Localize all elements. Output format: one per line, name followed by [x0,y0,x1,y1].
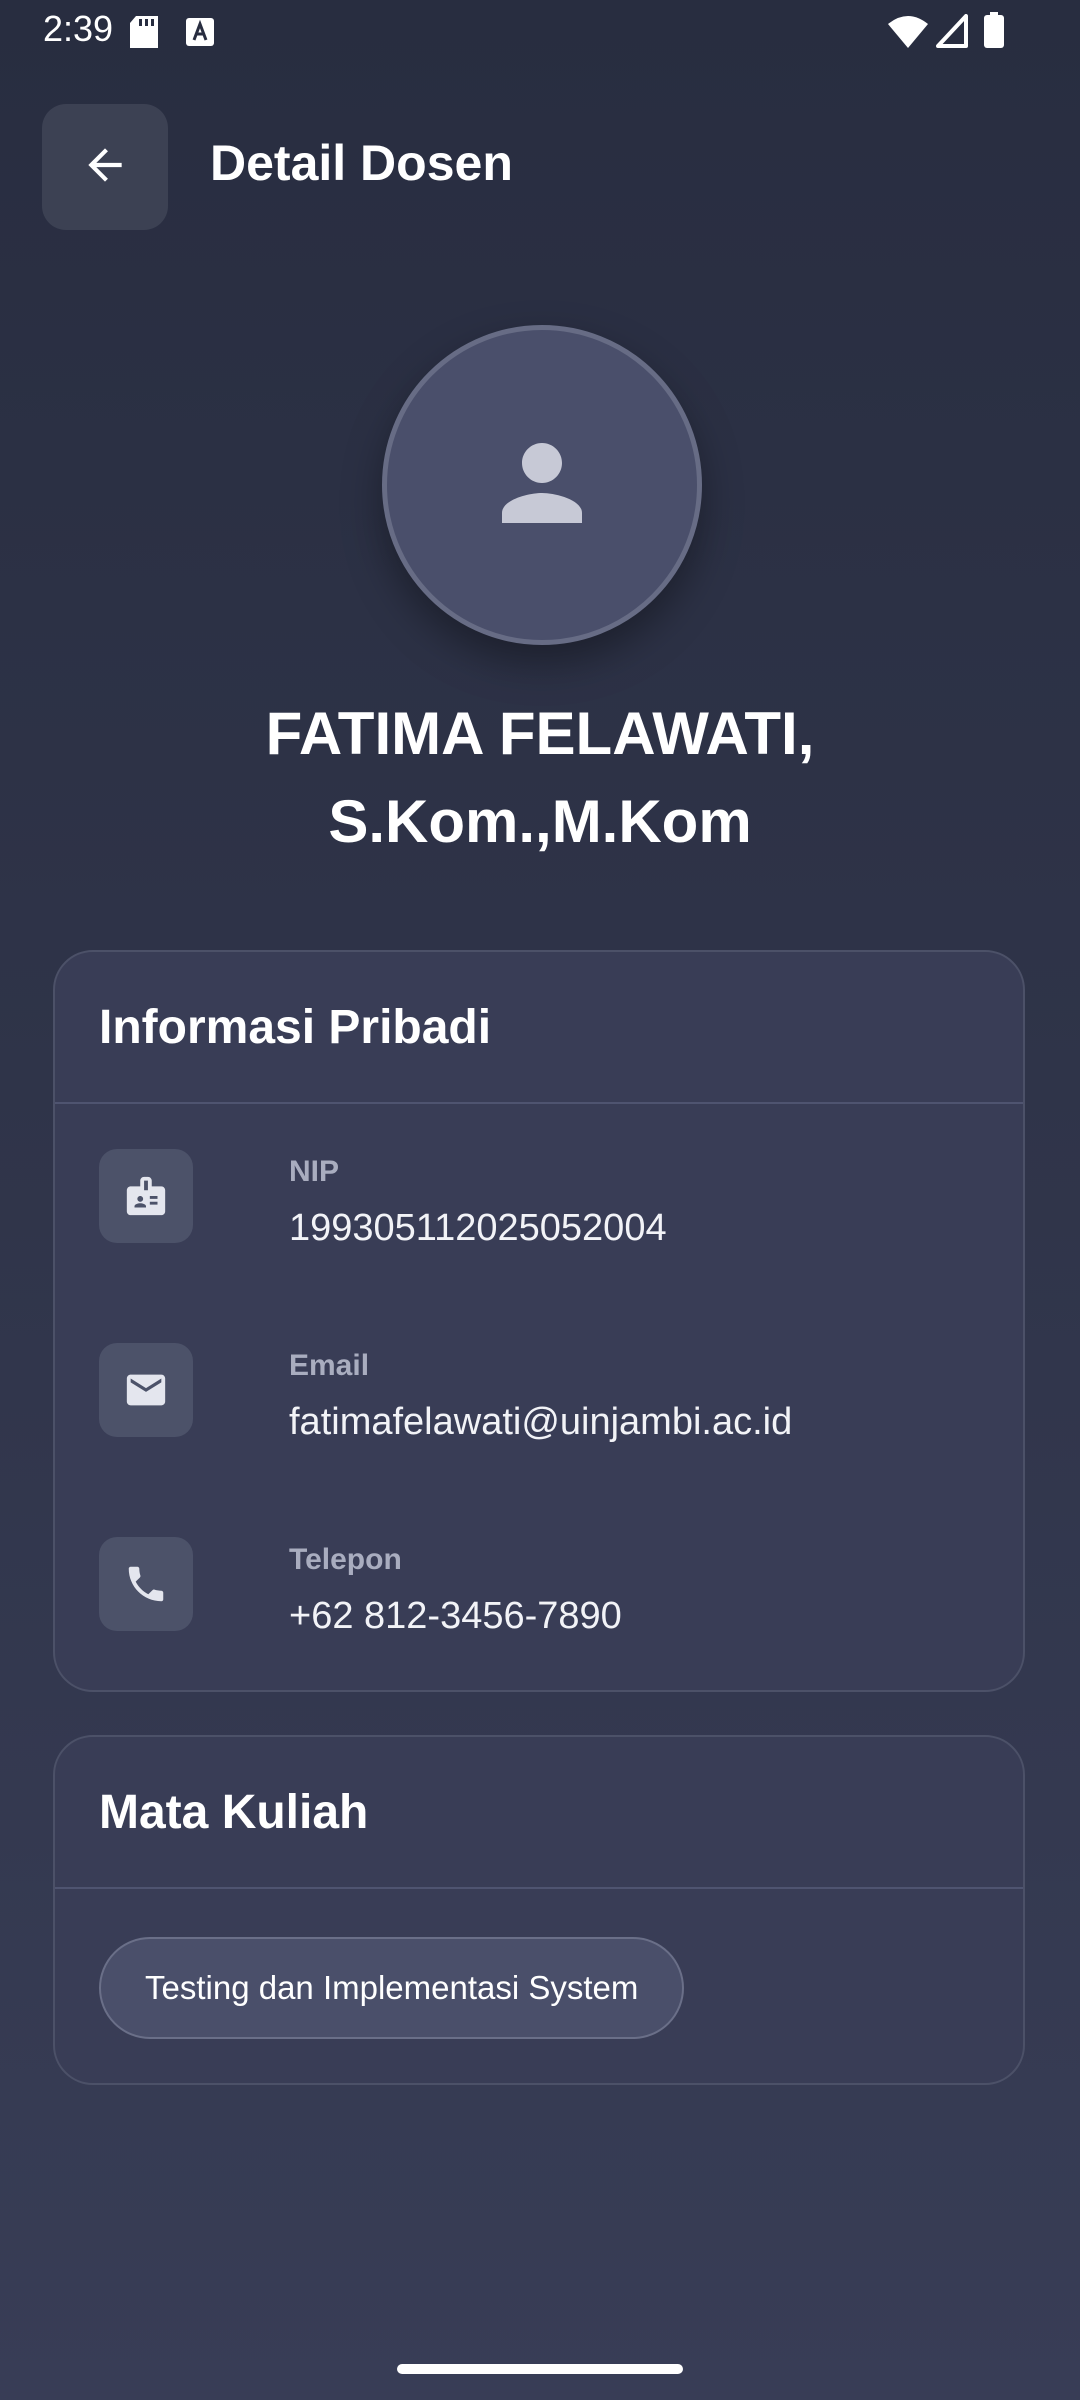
person-icon [482,423,602,548]
arrow-left-icon [80,140,130,195]
keyboard-a-icon [186,18,214,51]
lecturer-name-line1: FATIMA FELAWATI, [265,700,815,767]
id-badge-icon [99,1149,193,1243]
wifi-icon [888,14,928,53]
avatar [382,325,702,645]
nip-label: NIP [289,1155,340,1188]
personal-info-header: Informasi Pribadi [55,952,1023,1104]
courses-header: Mata Kuliah [55,1737,1023,1889]
courses-title: Mata Kuliah [99,1785,369,1839]
battery-icon [984,12,1004,53]
email-icon [99,1343,193,1437]
home-indicator[interactable] [397,2364,683,2374]
back-button[interactable] [42,104,168,230]
email-label: Email [289,1349,370,1382]
courses-card: Mata Kuliah Testing dan Implementasi Sys… [53,1735,1025,2085]
lecturer-name-line2: S.Kom.,M.Kom [328,788,752,855]
email-value[interactable]: fatimafelawati@uinjambi.ac.id [289,1401,792,1444]
status-time: 2:39 [43,8,114,49]
signal-icon [936,14,968,53]
page-title: Detail Dosen [210,135,513,191]
app-bar: Detail Dosen [0,104,1080,232]
personal-info-card: Informasi Pribadi NIP 199305112025052004… [53,950,1025,1692]
sd-card-icon [130,16,158,53]
course-chip[interactable]: Testing dan Implementasi System [99,1937,685,2039]
info-row-nip: NIP 199305112025052004 [99,1149,979,1249]
phone-icon [99,1537,193,1631]
status-bar: 2:39 [0,0,1080,64]
lecturer-name: FATIMA FELAWATI, S.Kom.,M.Kom [140,690,940,866]
phone-value[interactable]: +62 812-3456-7890 [289,1595,622,1638]
nip-value: 199305112025052004 [289,1207,667,1249]
personal-info-title: Informasi Pribadi [99,1000,492,1054]
info-row-phone: Telepon +62 812-3456-7890 [99,1537,979,1637]
info-row-email: Email fatimafelawati@uinjambi.ac.id [99,1343,979,1443]
phone-label: Telepon [289,1543,402,1576]
